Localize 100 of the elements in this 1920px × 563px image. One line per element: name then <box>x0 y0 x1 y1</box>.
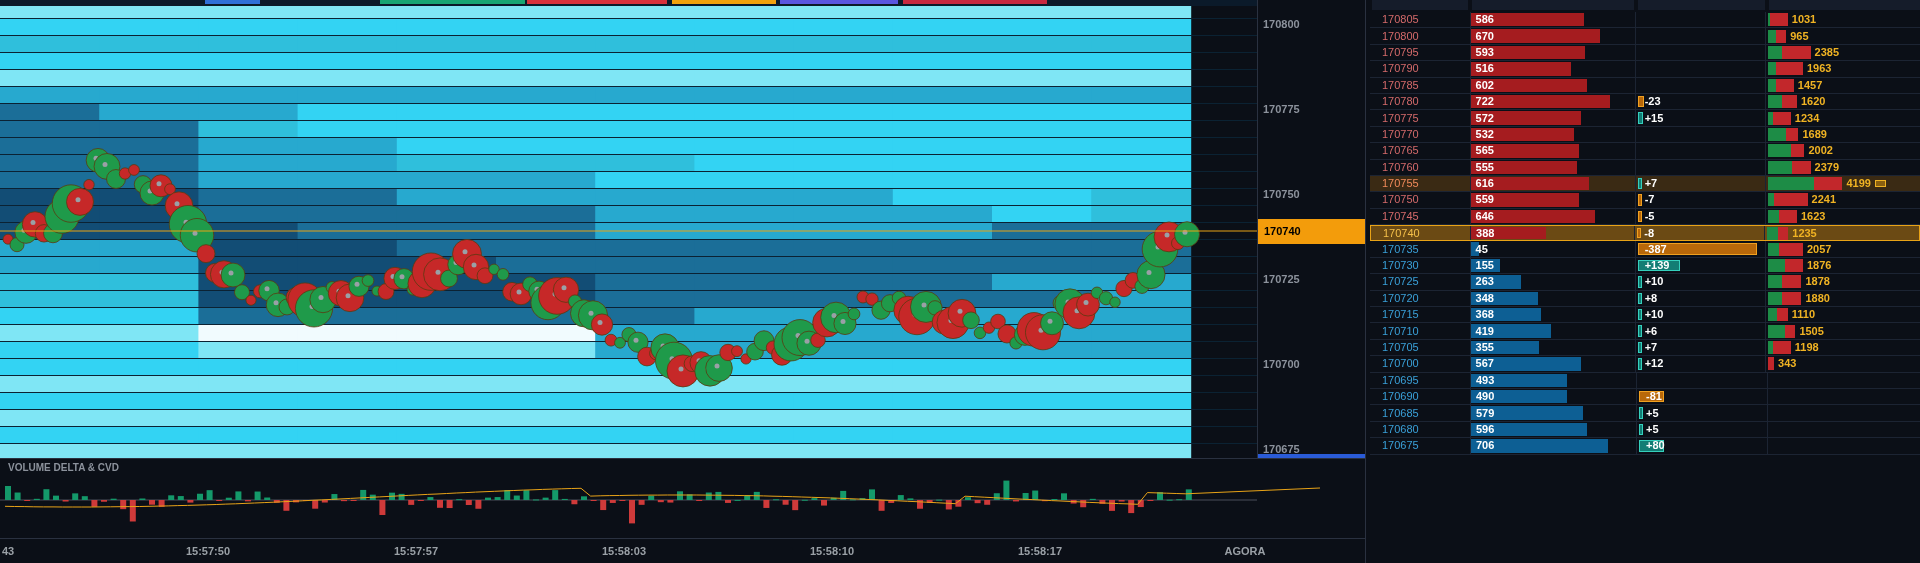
volume-value: 493 <box>1475 374 1495 386</box>
traded-volume: 1876 <box>1806 260 1832 272</box>
delta-value: -23 <box>1643 96 1661 108</box>
price-label: 170705 <box>1381 342 1420 353</box>
indicator-title: VOLUME DELTA & CVD <box>7 461 120 475</box>
delta-value: +7 <box>1643 178 1658 190</box>
traded-volume: 1963 <box>1806 63 1832 75</box>
time-axis-label: 15:57:50 <box>184 543 231 559</box>
delta-value: +12 <box>1643 358 1664 370</box>
volume-value: 490 <box>1475 391 1495 403</box>
price-label: 170725 <box>1381 276 1420 288</box>
delta-value: +6 <box>1643 325 1658 337</box>
delta-value: -387 <box>1643 243 1667 255</box>
volume-value: 586 <box>1474 14 1494 26</box>
delta-value: +10 <box>1643 276 1664 288</box>
price-label: 170675 <box>1381 440 1420 452</box>
volume-value: 646 <box>1474 210 1494 222</box>
traded-volume: 2002 <box>1808 145 1833 157</box>
price-label: 170765 <box>1381 145 1420 157</box>
color-tab[interactable] <box>205 0 260 4</box>
price-label: 170710 <box>1381 325 1420 337</box>
volume-value: 555 <box>1474 161 1494 173</box>
price-label: 170695 <box>1381 374 1420 386</box>
price-label: 170745 <box>1381 210 1420 222</box>
volume-value: 567 <box>1474 358 1494 370</box>
traded-volume: 343 <box>1778 358 1797 370</box>
price-label: 170795 <box>1381 46 1420 58</box>
color-tab[interactable] <box>780 0 898 4</box>
volume-value: 388 <box>1475 227 1495 239</box>
volume-value: 616 <box>1474 178 1494 190</box>
price-label: 170720 <box>1381 292 1420 304</box>
price-label: 170805 <box>1381 14 1420 26</box>
time-axis-label: AGORA <box>1223 543 1267 559</box>
volume-value: 559 <box>1474 194 1494 206</box>
ticket-icon <box>1874 180 1886 188</box>
volume-value: 593 <box>1474 46 1494 58</box>
traded-volume: 1235 <box>1792 227 1817 239</box>
traded-volume: 2379 <box>1814 161 1840 173</box>
time-axis-label: 15:58:17 <box>1016 543 1063 559</box>
traded-volume: 1878 <box>1805 276 1830 288</box>
delta-value: +10 <box>1643 309 1664 321</box>
time-axis-label: 15:58:03 <box>600 543 647 559</box>
price-label: 170800 <box>1381 30 1420 42</box>
traded-volume: 1623 <box>1800 210 1826 222</box>
price-label: 170750 <box>1381 194 1420 206</box>
price-label: 170780 <box>1381 96 1420 108</box>
price-axis-label: 170700 <box>1263 357 1300 372</box>
delta-value: +15 <box>1643 112 1664 124</box>
traded-volume: 1198 <box>1794 342 1819 353</box>
color-tab[interactable] <box>903 0 1047 4</box>
time-axis-label: 15:57:57 <box>392 543 439 559</box>
price-label: 170690 <box>1381 391 1420 403</box>
traded-volume: 1031 <box>1791 14 1817 26</box>
price-label: 170740 <box>1382 227 1421 239</box>
color-tab[interactable] <box>380 0 525 4</box>
price-label: 170715 <box>1381 309 1420 321</box>
price-axis-label: 170775 <box>1263 102 1300 117</box>
traded-volume: 1880 <box>1805 292 1830 304</box>
traded-volume: 2241 <box>1811 194 1836 206</box>
price-label: 170735 <box>1381 243 1420 255</box>
volume-value: 532 <box>1474 128 1494 140</box>
price-axis-label: 170675 <box>1263 442 1300 457</box>
color-tab[interactable] <box>527 0 667 4</box>
price-axis-label: 170750 <box>1263 187 1300 202</box>
traded-volume: 1457 <box>1797 79 1823 91</box>
traded-volume: 2057 <box>1806 243 1832 255</box>
delta-value: +139 <box>1643 260 1670 272</box>
price-label: 170755 <box>1381 178 1420 190</box>
volume-value: 419 <box>1474 325 1494 337</box>
volume-value: 670 <box>1474 30 1494 42</box>
volume-value: 596 <box>1475 423 1495 435</box>
price-label: 170680 <box>1381 423 1420 435</box>
price-label: 170770 <box>1381 128 1420 140</box>
time-axis-label: 15:58:10 <box>808 543 855 559</box>
price-axis-label: 170725 <box>1263 272 1300 287</box>
delta-value: +7 <box>1643 342 1658 353</box>
time-axis-label: 43 <box>1 543 16 559</box>
volume-value: 516 <box>1474 63 1494 75</box>
current-price-label: 170740 <box>1258 219 1365 244</box>
volume-value: 355 <box>1474 342 1494 353</box>
traded-volume: 2385 <box>1814 46 1840 58</box>
volume-value: 572 <box>1474 112 1494 124</box>
traded-volume: 1234 <box>1794 112 1820 124</box>
delta-value: +8 <box>1643 292 1658 304</box>
price-label: 170785 <box>1381 79 1420 91</box>
delta-value: -5 <box>1643 210 1655 222</box>
traded-volume: 1505 <box>1799 325 1824 337</box>
delta-value: +5 <box>1645 423 1659 435</box>
price-label: 170790 <box>1381 63 1420 75</box>
price-label: 170775 <box>1381 112 1420 124</box>
traded-volume: 1110 <box>1791 309 1816 321</box>
price-label: 170685 <box>1381 407 1420 419</box>
traded-volume: 1689 <box>1802 128 1827 140</box>
volume-value: 155 <box>1474 260 1494 272</box>
volume-value: 722 <box>1474 96 1494 108</box>
volume-value: 602 <box>1474 79 1494 91</box>
volume-value: 263 <box>1474 276 1494 288</box>
delta-value: +5 <box>1645 407 1659 419</box>
color-tab[interactable] <box>672 0 776 4</box>
delta-value: -7 <box>1643 194 1655 206</box>
